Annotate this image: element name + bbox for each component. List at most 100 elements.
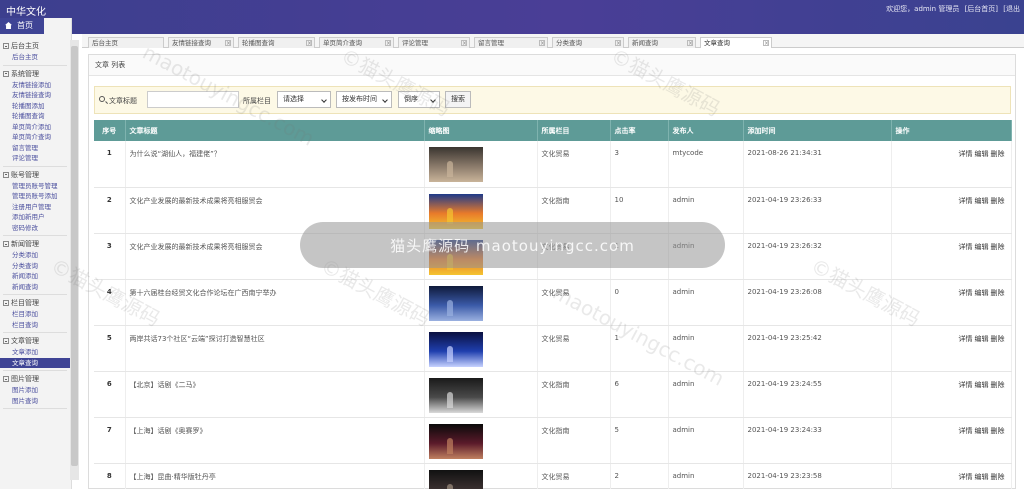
sidebar-item[interactable]: 单页简介添加: [0, 122, 70, 133]
delete-link[interactable]: 删除: [991, 243, 1005, 251]
tab[interactable]: 新闻查询 ×: [628, 37, 696, 48]
thumbnail-image[interactable]: [428, 423, 483, 459]
close-icon[interactable]: ×: [306, 40, 312, 47]
sidebar-group-title[interactable]: 系统管理: [0, 68, 70, 80]
thumbnail-image[interactable]: [428, 377, 483, 413]
sidebar-item[interactable]: 轮播图添加: [0, 101, 70, 112]
edit-link[interactable]: 编辑: [975, 243, 989, 251]
thumbnail-image[interactable]: [428, 469, 483, 489]
sidebar-item[interactable]: 后台主页: [0, 52, 70, 63]
added-time: 2021-04-19 23:26:08: [743, 279, 892, 326]
delete-link[interactable]: 删除: [991, 335, 1005, 343]
close-icon[interactable]: ×: [385, 40, 391, 47]
sidebar-group-title[interactable]: 栏目管理: [0, 297, 70, 309]
tab[interactable]: 轮播图查询 ×: [238, 37, 315, 48]
close-icon[interactable]: ×: [687, 40, 693, 47]
sidebar-item[interactable]: 新闻添加: [0, 271, 70, 282]
tab[interactable]: 评论管理 ×: [398, 37, 470, 48]
sidebar-item[interactable]: 添加新用户: [0, 212, 70, 223]
close-icon[interactable]: ×: [615, 40, 621, 47]
sidebar-item[interactable]: 密码修改: [0, 223, 70, 234]
delete-link[interactable]: 删除: [991, 150, 1005, 158]
click-count: 2: [610, 463, 669, 489]
detail-link[interactable]: 详情: [959, 381, 973, 389]
tab-label: 分类查询: [556, 39, 582, 47]
detail-link[interactable]: 详情: [959, 243, 973, 251]
order-select[interactable]: 倒序: [398, 91, 440, 108]
logout-link[interactable]: [退出: [1003, 5, 1020, 13]
tab[interactable]: 友情链接查询 ×: [168, 37, 234, 48]
thumbnail-image[interactable]: [428, 285, 483, 321]
collapse-icon: [3, 241, 9, 247]
sidebar-item[interactable]: 栏目添加: [0, 309, 70, 320]
edit-link[interactable]: 编辑: [975, 473, 989, 481]
tab[interactable]: 留言管理 ×: [474, 37, 548, 48]
sidebar-item[interactable]: 分类查询: [0, 261, 70, 272]
column-header: 操作: [891, 120, 1012, 141]
delete-link[interactable]: 删除: [991, 197, 1005, 205]
edit-link[interactable]: 编辑: [975, 335, 989, 343]
sidebar-divider: [3, 330, 67, 333]
sidebar-group-title[interactable]: 账号管理: [0, 169, 70, 181]
column-select[interactable]: 请选择: [277, 91, 331, 108]
sidebar-item[interactable]: 友情链接添加: [0, 80, 70, 91]
sidebar-group-title[interactable]: 文章管理: [0, 335, 70, 347]
collapse-icon: [3, 43, 9, 49]
detail-link[interactable]: 详情: [959, 150, 973, 158]
sidebar-scroll-thumb[interactable]: [71, 46, 78, 466]
delete-link[interactable]: 删除: [991, 427, 1005, 435]
sidebar-item[interactable]: 图片添加: [0, 385, 70, 396]
column-name: 文化贸易: [537, 141, 611, 188]
close-icon[interactable]: ×: [539, 40, 545, 47]
sidebar-item[interactable]: 留言管理: [0, 143, 70, 154]
column-name: 文化指南: [537, 417, 611, 464]
detail-link[interactable]: 详情: [959, 289, 973, 297]
table-row: 4 第十六届桂台经贸文化合作论坛在广西南宁举办 文化贸易 0 admin 2021-04-…: [94, 279, 1012, 326]
close-icon[interactable]: ×: [763, 40, 769, 47]
sidebar-item[interactable]: 单页简介查询: [0, 132, 70, 143]
detail-link[interactable]: 详情: [959, 473, 973, 481]
edit-link[interactable]: 编辑: [975, 150, 989, 158]
sidebar-item[interactable]: 轮播图查询: [0, 111, 70, 122]
sidebar-group-title[interactable]: 图片管理: [0, 373, 70, 385]
tab[interactable]: 文章查询 ×: [700, 37, 772, 48]
sidebar-item[interactable]: 管理员账号添加: [0, 191, 70, 202]
sidebar-item[interactable]: 友情链接查询: [0, 90, 70, 101]
detail-link[interactable]: 详情: [959, 427, 973, 435]
sort-select[interactable]: 按发布时间: [336, 91, 392, 108]
sidebar-group-title[interactable]: 后台主页: [0, 40, 70, 52]
delete-link[interactable]: 删除: [991, 381, 1005, 389]
close-icon[interactable]: ×: [461, 40, 467, 47]
sidebar-item[interactable]: 栏目查询: [0, 320, 70, 331]
edit-link[interactable]: 编辑: [975, 427, 989, 435]
click-count: 1: [610, 325, 669, 372]
sidebar-item[interactable]: 注册用户管理: [0, 202, 70, 213]
sidebar-home[interactable]: 首页: [0, 18, 44, 34]
tab[interactable]: 分类查询 ×: [552, 37, 624, 48]
tab[interactable]: 单页简介查询 ×: [319, 37, 394, 48]
sidebar-item[interactable]: 评论管理: [0, 153, 70, 164]
detail-link[interactable]: 详情: [959, 335, 973, 343]
home-link[interactable]: [后台首页]: [965, 5, 998, 13]
edit-link[interactable]: 编辑: [975, 197, 989, 205]
delete-link[interactable]: 删除: [991, 473, 1005, 481]
thumbnail-image[interactable]: [428, 147, 483, 182]
sidebar-item[interactable]: 文章查询: [0, 357, 70, 368]
detail-link[interactable]: 详情: [959, 197, 973, 205]
sidebar-item[interactable]: 管理员账号管理: [0, 181, 70, 192]
thumbnail-image[interactable]: [428, 331, 483, 367]
close-icon[interactable]: ×: [225, 40, 231, 47]
sidebar-scrollbar[interactable]: [70, 40, 79, 480]
row-number: 6: [94, 371, 126, 418]
sidebar-item[interactable]: 新闻查询: [0, 282, 70, 293]
sidebar-group-title[interactable]: 新闻管理: [0, 238, 70, 250]
sidebar-item[interactable]: 文章添加: [0, 347, 70, 358]
search-button[interactable]: 搜索: [445, 91, 471, 108]
title-input[interactable]: [147, 91, 239, 108]
edit-link[interactable]: 编辑: [975, 289, 989, 297]
sidebar-item[interactable]: 分类添加: [0, 250, 70, 261]
delete-link[interactable]: 删除: [991, 289, 1005, 297]
tab[interactable]: 后台主页: [88, 37, 164, 48]
sidebar-item[interactable]: 图片查询: [0, 396, 70, 407]
edit-link[interactable]: 编辑: [975, 381, 989, 389]
